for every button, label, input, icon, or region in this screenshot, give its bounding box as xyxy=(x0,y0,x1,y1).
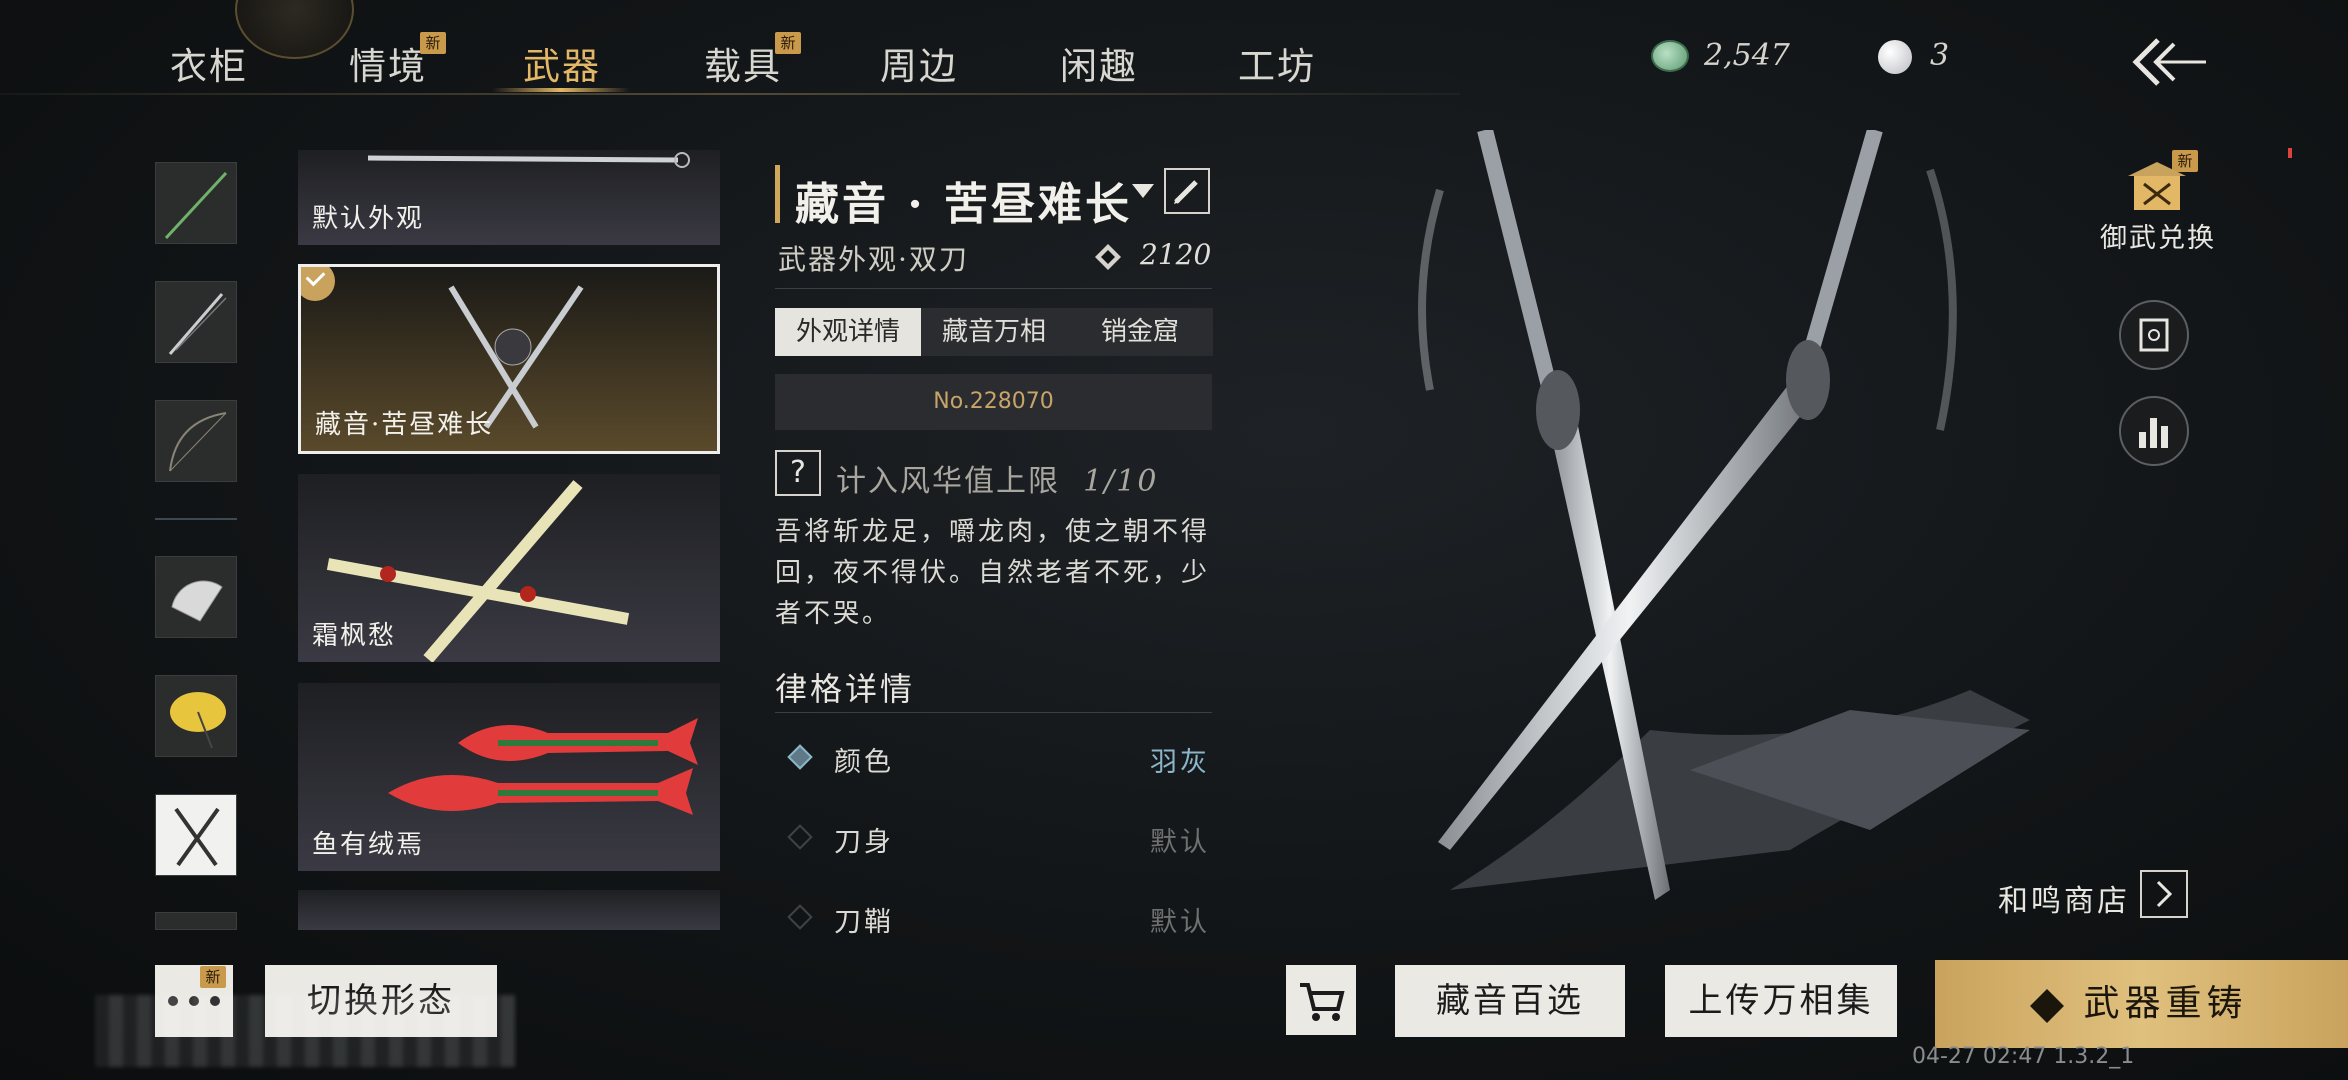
build-timestamp: 04-27 02:47 1.3.2_1 xyxy=(1912,1044,2135,1069)
thumb-divider xyxy=(155,518,237,520)
diamond-icon xyxy=(787,744,813,770)
thumb-partial[interactable] xyxy=(155,912,237,930)
limit-label: 计入风华值上限 xyxy=(836,464,1060,499)
weapon-preview[interactable] xyxy=(1330,130,2110,970)
section-title: 律格详情 xyxy=(775,670,916,708)
cart-icon xyxy=(1300,983,1345,1021)
score-value: 2120 xyxy=(1140,238,1212,271)
new-badge: 新 xyxy=(420,32,446,54)
shop-label[interactable]: 和鸣商店 xyxy=(1998,876,2130,920)
title-accent xyxy=(775,165,780,223)
tab-appearance-details[interactable]: 外观详情 xyxy=(775,308,921,356)
thumb-spear[interactable] xyxy=(155,162,237,244)
skin-card-partial[interactable] xyxy=(298,890,720,930)
new-badge: 新 xyxy=(775,32,801,54)
tab-workshop[interactable]: 工坊 xyxy=(1238,36,1316,90)
tab-shop[interactable]: 销金窟 xyxy=(1067,308,1213,356)
attr-value[interactable]: 羽灰 xyxy=(1110,740,1210,779)
thumb-dual-blades[interactable] xyxy=(155,794,237,876)
divider xyxy=(775,712,1212,713)
chevron-right-icon xyxy=(2156,880,2173,908)
limit-value: 1/10 xyxy=(1083,464,1159,499)
tab-merch[interactable]: 周边 xyxy=(880,36,958,90)
skin-subtitle: 武器外观·双刀 xyxy=(778,243,969,276)
cart-button[interactable] xyxy=(1286,965,1356,1035)
nav-divider xyxy=(0,93,1460,95)
tab-collection[interactable]: 藏音万相 xyxy=(921,308,1067,356)
attr-name: 颜色 xyxy=(834,747,894,778)
signal-icon xyxy=(2288,148,2292,158)
tab-wardrobe[interactable]: 衣柜 xyxy=(170,36,248,90)
attr-name: 刀鞘 xyxy=(834,907,894,938)
diamond-icon xyxy=(2030,989,2065,1023)
skin-card-selected[interactable]: 藏音·苦昼难长 xyxy=(298,264,720,454)
emblem-icon xyxy=(235,0,354,59)
jade-currency-amount: 2,547 xyxy=(1704,38,1790,73)
reforge-label: 武器重铸 xyxy=(2083,983,2248,1024)
collection-button[interactable]: 藏音百选 xyxy=(1395,965,1625,1037)
reforge-button[interactable]: 武器重铸 xyxy=(1935,960,2348,1048)
active-tab-indicator xyxy=(492,88,630,92)
edit-button[interactable] xyxy=(1164,168,1210,214)
skin-title[interactable]: 藏音 · 苦昼难长 xyxy=(795,168,1132,232)
upload-button[interactable]: 上传万相集 xyxy=(1665,965,1897,1037)
pearl-icon xyxy=(1878,40,1912,74)
blurred-overlay xyxy=(95,995,515,1067)
chevron-down-icon[interactable] xyxy=(1132,184,1154,200)
jade-coin-icon xyxy=(1651,40,1689,72)
skin-card-fish[interactable]: 鱼有绒焉 xyxy=(298,683,720,871)
diamond-icon xyxy=(787,904,813,930)
tab-scene[interactable]: 情境 xyxy=(349,36,427,90)
style-limit: 计入风华值上限 1/10 xyxy=(836,456,1158,500)
attr-value[interactable]: 默认 xyxy=(1110,900,1210,939)
score-icon xyxy=(1095,244,1121,270)
shop-button[interactable] xyxy=(2140,870,2188,918)
card-label: 默认外观 xyxy=(312,204,425,234)
bar-chart-icon xyxy=(2139,418,2168,448)
pencil-icon xyxy=(1174,180,1198,204)
thumb-fan[interactable] xyxy=(155,556,237,638)
top-nav: 衣柜 情境 新 武器 载具 新 周边 闲趣 工坊 2,547 3 xyxy=(0,0,2348,95)
item-description: 吾将斩龙足，嚼龙肉，使之朝不得回，夜不得伏。自然老者不死，少者不哭。 xyxy=(775,517,1211,629)
new-badge: 新 xyxy=(200,966,226,988)
tab-leisure[interactable]: 闲趣 xyxy=(1060,36,1138,90)
diamond-icon xyxy=(787,824,813,850)
skin-card-frost-maple[interactable]: 霜枫愁 xyxy=(298,474,720,662)
skin-card-default[interactable]: 默认外观 xyxy=(298,150,720,245)
divider xyxy=(775,288,1212,289)
attr-value[interactable]: 默认 xyxy=(1110,820,1210,859)
exchange-label[interactable]: 御武兑换 xyxy=(2100,216,2216,255)
thumb-umbrella[interactable] xyxy=(155,675,237,757)
card-label: 霜枫愁 xyxy=(312,621,397,651)
pearl-currency-amount: 3 xyxy=(1930,38,1950,73)
tab-vehicle[interactable]: 载具 xyxy=(704,36,782,90)
help-button[interactable]: ? xyxy=(775,450,821,496)
attr-name: 刀身 xyxy=(834,827,894,858)
card-label: 鱼有绒焉 xyxy=(312,830,425,860)
back-arrow-icon[interactable] xyxy=(2128,34,2208,90)
tab-weapon[interactable]: 武器 xyxy=(523,36,601,90)
wardrobe-button[interactable] xyxy=(2119,300,2189,370)
serial-number: No.228070 xyxy=(775,374,1212,430)
thumb-sword[interactable] xyxy=(155,281,237,363)
cabinet-icon xyxy=(2139,318,2169,352)
exchange-tower-icon[interactable] xyxy=(2128,160,2186,214)
thumb-bow[interactable] xyxy=(155,400,237,482)
card-label: 藏音·苦昼难长 xyxy=(315,410,494,440)
stats-button[interactable] xyxy=(2119,396,2189,466)
